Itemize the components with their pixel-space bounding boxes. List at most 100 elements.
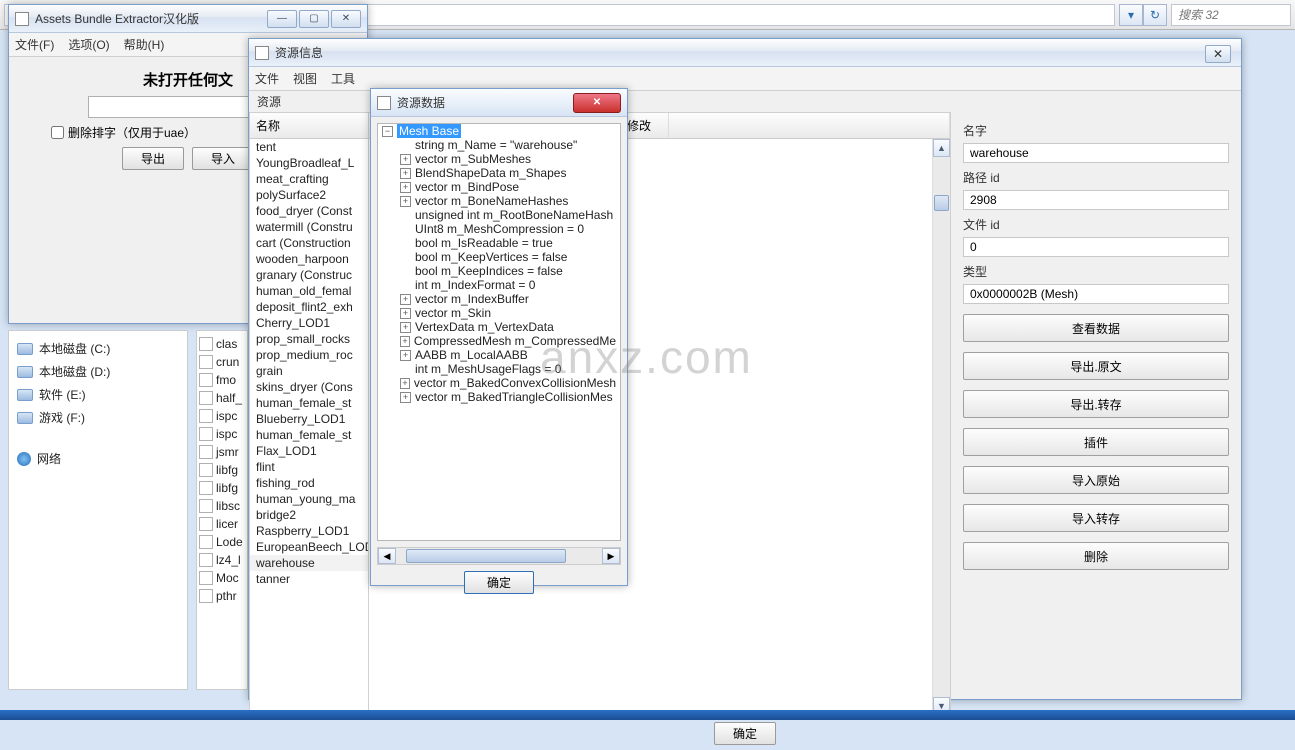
expand-icon[interactable]: + <box>400 378 410 389</box>
list-item[interactable]: polySurface2 <box>250 187 368 203</box>
checkbox[interactable] <box>51 126 64 139</box>
file-item[interactable]: clas <box>199 335 245 353</box>
list-item[interactable]: tanner <box>250 571 368 587</box>
dropdown-button[interactable]: ▾ <box>1119 4 1143 26</box>
list-item[interactable]: prop_medium_roc <box>250 347 368 363</box>
scrollbar-thumb[interactable] <box>406 549 566 563</box>
tree-node[interactable]: string m_Name = "warehouse" <box>378 138 620 152</box>
tree-node[interactable]: +vector m_BoneNameHashes <box>378 194 620 208</box>
menu-file[interactable]: 文件 <box>255 70 279 87</box>
taskbar[interactable] <box>0 710 1295 720</box>
scrollbar-track[interactable] <box>396 548 602 564</box>
export-button[interactable]: 导出 <box>122 147 184 170</box>
menu-view[interactable]: 视图 <box>293 70 317 87</box>
list-item[interactable]: human_female_st <box>250 427 368 443</box>
tree-node[interactable]: +AABB m_LocalAABB <box>378 348 620 362</box>
file-item[interactable]: jsmr <box>199 443 245 461</box>
list-item[interactable]: flint <box>250 459 368 475</box>
list-item[interactable]: Cherry_LOD1 <box>250 315 368 331</box>
ok-button[interactable]: 确定 <box>714 722 776 745</box>
minimize-button[interactable]: — <box>267 10 297 28</box>
expand-icon[interactable]: + <box>400 294 411 305</box>
titlebar[interactable]: Assets Bundle Extractor汉化版 — ▢ ✕ <box>9 5 367 33</box>
action-button[interactable]: 删除 <box>963 542 1229 570</box>
tree-node[interactable]: +BlendShapeData m_Shapes <box>378 166 620 180</box>
tree-node-drive[interactable]: 本地磁盘 (C:) <box>15 337 181 360</box>
tree-root[interactable]: Mesh Base <box>397 124 461 138</box>
tree-node-drive[interactable]: 本地磁盘 (D:) <box>15 360 181 383</box>
expand-icon[interactable]: + <box>400 350 411 361</box>
horizontal-scrollbar[interactable]: ◀ ▶ <box>377 547 621 565</box>
action-button[interactable]: 插件 <box>963 428 1229 456</box>
list-item[interactable]: food_dryer (Const <box>250 203 368 219</box>
tree-node[interactable]: +vector m_Skin <box>378 306 620 320</box>
tree-node[interactable]: int m_MeshUsageFlags = 0 <box>378 362 620 376</box>
tree-node[interactable]: bool m_IsReadable = true <box>378 236 620 250</box>
file-item[interactable]: libfg <box>199 461 245 479</box>
close-button[interactable]: ✕ <box>573 93 621 113</box>
file-item[interactable]: pthr <box>199 587 245 605</box>
tree-node[interactable]: +vector m_BakedTriangleCollisionMes <box>378 390 620 404</box>
file-item[interactable]: half_ <box>199 389 245 407</box>
tree-node[interactable]: bool m_KeepIndices = false <box>378 264 620 278</box>
tree-node[interactable]: bool m_KeepVertices = false <box>378 250 620 264</box>
action-button[interactable]: 导入转存 <box>963 504 1229 532</box>
list-item[interactable]: bridge2 <box>250 507 368 523</box>
scroll-left-button[interactable]: ◀ <box>378 548 396 564</box>
menu-file[interactable]: 文件(F) <box>15 36 54 53</box>
menu-options[interactable]: 选项(O) <box>68 36 109 53</box>
file-item[interactable]: licer <box>199 515 245 533</box>
list-item[interactable]: Flax_LOD1 <box>250 443 368 459</box>
titlebar[interactable]: 资源数据 ✕ <box>371 89 627 117</box>
list-item[interactable]: skins_dryer (Cons <box>250 379 368 395</box>
data-tree[interactable]: − Mesh Base string m_Name = "warehouse"+… <box>377 123 621 541</box>
expand-icon[interactable]: + <box>400 322 411 333</box>
list-item[interactable]: warehouse <box>250 555 368 571</box>
action-button[interactable]: 导出.原文 <box>963 352 1229 380</box>
tree-node[interactable]: int m_IndexFormat = 0 <box>378 278 620 292</box>
tree-node[interactable]: UInt8 m_MeshCompression = 0 <box>378 222 620 236</box>
tree-node[interactable]: unsigned int m_RootBoneNameHash <box>378 208 620 222</box>
list-item[interactable]: fishing_rod <box>250 475 368 491</box>
file-item[interactable]: crun <box>199 353 245 371</box>
close-button[interactable]: ✕ <box>331 10 361 28</box>
tree-node[interactable]: +CompressedMesh m_CompressedMe <box>378 334 620 348</box>
file-item[interactable]: Lode <box>199 533 245 551</box>
expand-icon[interactable]: + <box>400 154 411 165</box>
list-item[interactable]: Blueberry_LOD1 <box>250 411 368 427</box>
titlebar[interactable]: 资源信息 ✕ <box>249 39 1241 67</box>
file-item[interactable]: Moc <box>199 569 245 587</box>
list-item[interactable]: human_female_st <box>250 395 368 411</box>
import-button[interactable]: 导入 <box>192 147 254 170</box>
action-button[interactable]: 导出.转存 <box>963 390 1229 418</box>
refresh-button[interactable]: ↻ <box>1143 4 1167 26</box>
list-item[interactable]: tent <box>250 139 368 155</box>
list-item[interactable]: cart (Construction <box>250 235 368 251</box>
vertical-scrollbar[interactable]: ▲ ▼ <box>932 139 950 715</box>
maximize-button[interactable]: ▢ <box>299 10 329 28</box>
list-item[interactable]: wooden_harpoon <box>250 251 368 267</box>
scrollbar-thumb[interactable] <box>934 195 949 211</box>
collapse-icon[interactable]: − <box>382 126 393 137</box>
close-button[interactable]: ✕ <box>1205 45 1231 63</box>
expand-icon[interactable]: + <box>400 392 411 403</box>
list-item[interactable]: grain <box>250 363 368 379</box>
tree-node[interactable]: +VertexData m_VertexData <box>378 320 620 334</box>
list-item[interactable]: Raspberry_LOD1 <box>250 523 368 539</box>
list-item[interactable]: EuropeanBeech_LOD1 <box>250 539 368 555</box>
tree-node[interactable]: +vector m_SubMeshes <box>378 152 620 166</box>
tree-node-drive[interactable]: 游戏 (F:) <box>15 406 181 429</box>
file-item[interactable]: fmo <box>199 371 245 389</box>
scrollbar-track[interactable] <box>933 157 950 697</box>
expand-icon[interactable]: + <box>400 168 411 179</box>
column-header-name[interactable]: 名称 <box>250 113 368 139</box>
expand-icon[interactable]: + <box>400 308 411 319</box>
search-input[interactable]: 搜索 32 <box>1171 4 1291 26</box>
list-item[interactable]: prop_small_rocks <box>250 331 368 347</box>
list-item[interactable]: granary (Construc <box>250 267 368 283</box>
menu-help[interactable]: 帮助(H) <box>124 36 165 53</box>
action-button[interactable]: 导入原始 <box>963 466 1229 494</box>
file-item[interactable]: ispc <box>199 425 245 443</box>
tree-node-drive[interactable]: 软件 (E:) <box>15 383 181 406</box>
scroll-right-button[interactable]: ▶ <box>602 548 620 564</box>
